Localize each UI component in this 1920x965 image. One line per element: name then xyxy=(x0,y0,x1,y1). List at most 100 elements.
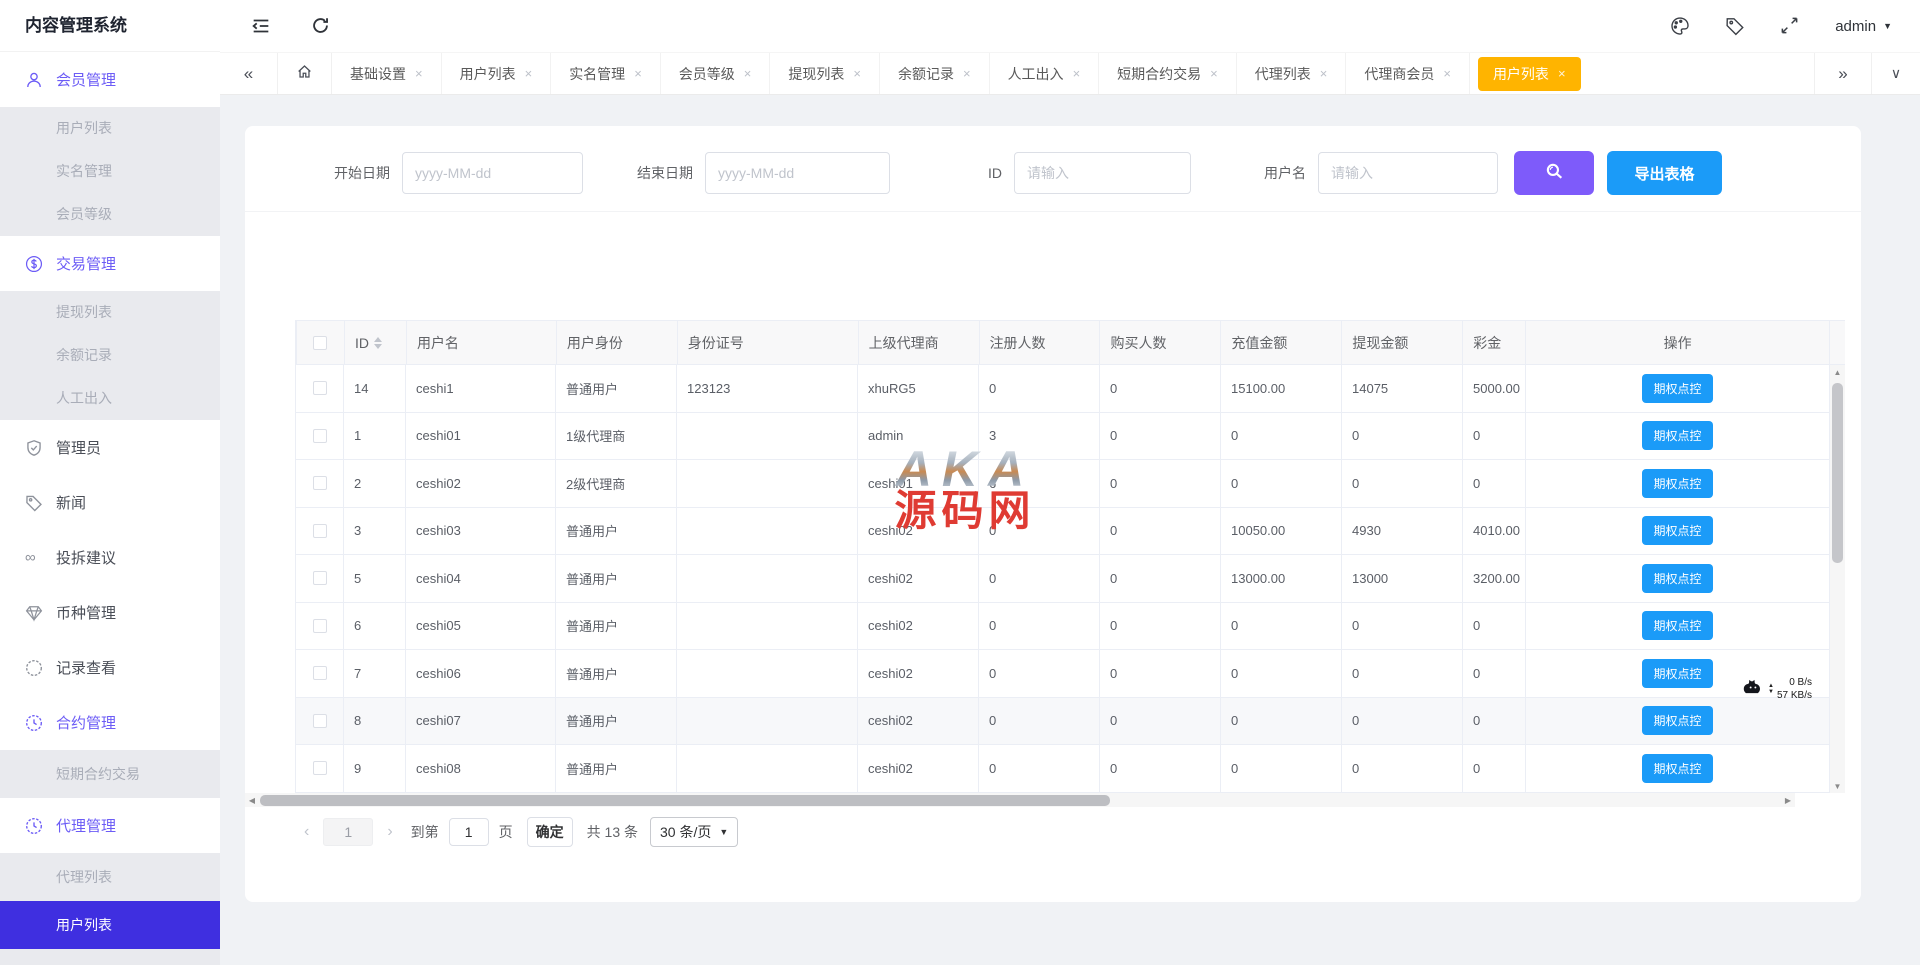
row-checkbox[interactable] xyxy=(313,666,327,680)
search-icon xyxy=(1545,162,1564,184)
sidebar-item-withdraw-list[interactable]: 提现列表 xyxy=(0,291,220,334)
tabs-scroll-right-button[interactable]: » xyxy=(1814,53,1872,94)
tab-realname[interactable]: 实名管理× xyxy=(551,53,661,94)
horizontal-scrollbar[interactable]: ◀ ▶ xyxy=(245,793,1795,807)
username: admin xyxy=(1835,18,1876,35)
option-control-button[interactable]: 期权点控 xyxy=(1642,421,1712,450)
scroll-up-icon[interactable]: ▲ xyxy=(1830,365,1845,379)
close-icon[interactable]: × xyxy=(525,66,533,81)
select-all-checkbox[interactable] xyxy=(313,336,327,350)
page-number[interactable]: 1 xyxy=(323,818,373,846)
sidebar-group-feedback[interactable]: ∞ 投拆建议 xyxy=(0,530,220,585)
end-date-input[interactable] xyxy=(705,152,890,194)
prev-page-icon[interactable]: ‹ xyxy=(300,823,313,841)
option-control-button[interactable]: 期权点控 xyxy=(1642,469,1712,498)
row-checkbox[interactable] xyxy=(313,714,327,728)
option-control-button[interactable]: 期权点控 xyxy=(1642,516,1712,545)
sidebar-item-realname[interactable]: 实名管理 xyxy=(0,150,220,193)
tab-user-list-active[interactable]: 用户列表× xyxy=(1478,57,1581,91)
filter-divider xyxy=(245,211,1861,212)
table-row: 9 ceshi08 普通用户 ceshi02 0 0 0 0 0 期权点控 xyxy=(295,745,1845,793)
start-date-input[interactable] xyxy=(402,152,583,194)
vertical-scrollbar[interactable]: ▲ ▼ xyxy=(1830,365,1845,793)
sidebar-item-balance-records[interactable]: 余额记录 xyxy=(0,334,220,377)
option-control-button[interactable]: 期权点控 xyxy=(1642,374,1712,403)
sidebar-item-user-list[interactable]: 用户列表 xyxy=(0,107,220,150)
row-checkbox[interactable] xyxy=(313,761,327,775)
tab-agent-members[interactable]: 代理商会员× xyxy=(1346,53,1470,94)
id-input[interactable] xyxy=(1014,152,1191,194)
sidebar-group-contract[interactable]: 合约管理 xyxy=(0,695,220,750)
sidebar-item-member-level[interactable]: 会员等级 xyxy=(0,193,220,236)
tab-basic-settings[interactable]: 基础设置× xyxy=(332,53,442,94)
sidebar-item-agent-list[interactable]: 代理列表 xyxy=(0,853,220,901)
row-checkbox[interactable] xyxy=(313,429,327,443)
tab-manual-inout[interactable]: 人工出入× xyxy=(990,53,1100,94)
row-checkbox[interactable] xyxy=(313,524,327,538)
next-page-icon[interactable]: › xyxy=(383,823,396,841)
sidebar-item-agent-user-list[interactable]: 用户列表 xyxy=(0,901,220,949)
close-icon[interactable]: × xyxy=(1210,66,1218,81)
scroll-down-icon[interactable]: ▼ xyxy=(1830,779,1845,793)
home-tab[interactable] xyxy=(278,53,332,94)
search-button[interactable] xyxy=(1514,151,1594,195)
fullscreen-icon[interactable] xyxy=(1780,16,1800,36)
close-icon[interactable]: × xyxy=(744,66,752,81)
tabs-dropdown-button[interactable]: ∨ xyxy=(1872,53,1920,94)
horizontal-scroll-thumb[interactable] xyxy=(260,795,1110,806)
row-checkbox[interactable] xyxy=(313,619,327,633)
user-menu[interactable]: admin ▼ xyxy=(1835,18,1892,35)
scroll-left-icon[interactable]: ◀ xyxy=(245,793,259,807)
sidebar-item-short-contract[interactable]: 短期合约交易 xyxy=(0,750,220,798)
close-icon[interactable]: × xyxy=(1073,66,1081,81)
tab-balance-records[interactable]: 余额记录× xyxy=(880,53,990,94)
sidebar-group-agent[interactable]: 代理管理 xyxy=(0,798,220,853)
refresh-icon[interactable] xyxy=(310,15,332,37)
username-input[interactable] xyxy=(1318,152,1498,194)
clock-icon xyxy=(25,659,43,677)
tab-user-list[interactable]: 用户列表× xyxy=(442,53,552,94)
option-control-button[interactable]: 期权点控 xyxy=(1642,754,1712,783)
tab-short-contract[interactable]: 短期合约交易× xyxy=(1099,53,1237,94)
end-date-label: 结束日期 xyxy=(608,151,693,195)
option-control-button[interactable]: 期权点控 xyxy=(1642,564,1712,593)
top-header: admin ▼ xyxy=(220,0,1920,52)
row-checkbox[interactable] xyxy=(313,381,327,395)
sidebar-item-manual-inout[interactable]: 人工出入 xyxy=(0,377,220,420)
tab-member-level[interactable]: 会员等级× xyxy=(661,53,771,94)
sidebar-group-records[interactable]: 记录查看 xyxy=(0,640,220,695)
sidebar-group-currency[interactable]: 币种管理 xyxy=(0,585,220,640)
option-control-button[interactable]: 期权点控 xyxy=(1642,659,1712,688)
export-button[interactable]: 导出表格 xyxy=(1607,151,1722,195)
close-icon[interactable]: × xyxy=(1320,66,1328,81)
sidebar-group-news[interactable]: 新闻 xyxy=(0,475,220,530)
option-control-button[interactable]: 期权点控 xyxy=(1642,611,1712,640)
main-content: 开始日期 结束日期 ID 用户名 导出表格 ID 用户名 用户身份 身份证号 上… xyxy=(220,95,1920,955)
sidebar-group-member[interactable]: 会员管理 xyxy=(0,52,220,107)
close-icon[interactable]: × xyxy=(963,66,971,81)
vertical-scroll-thumb[interactable] xyxy=(1832,383,1843,563)
close-icon[interactable]: × xyxy=(853,66,861,81)
row-checkbox[interactable] xyxy=(313,571,327,585)
collapse-menu-icon[interactable] xyxy=(250,15,272,37)
tab-list: 基础设置× 用户列表× 实名管理× 会员等级× 提现列表× 余额记录× 人工出入… xyxy=(332,53,1814,94)
tab-agent-list[interactable]: 代理列表× xyxy=(1237,53,1347,94)
tag-icon[interactable] xyxy=(1725,16,1745,36)
scroll-right-icon[interactable]: ▶ xyxy=(1781,793,1795,807)
sidebar-group-admin[interactable]: 管理员 xyxy=(0,420,220,475)
sidebar-group-trade[interactable]: 交易管理 xyxy=(0,236,220,291)
close-icon[interactable]: × xyxy=(634,66,642,81)
close-icon[interactable]: × xyxy=(1558,66,1566,81)
option-control-button[interactable]: 期权点控 xyxy=(1642,706,1712,735)
tabs-scroll-left-button[interactable]: « xyxy=(220,53,278,94)
goto-page-input[interactable] xyxy=(449,818,489,846)
page-size-select[interactable]: 30 条/页 ▼ xyxy=(650,817,738,847)
close-icon[interactable]: × xyxy=(1443,66,1451,81)
header-spacer xyxy=(1830,321,1845,365)
sort-icon[interactable] xyxy=(374,337,382,349)
close-icon[interactable]: × xyxy=(415,66,423,81)
palette-icon[interactable] xyxy=(1670,16,1690,36)
tab-withdraw-list[interactable]: 提现列表× xyxy=(770,53,880,94)
row-checkbox[interactable] xyxy=(313,476,327,490)
confirm-button[interactable]: 确定 xyxy=(527,817,573,847)
